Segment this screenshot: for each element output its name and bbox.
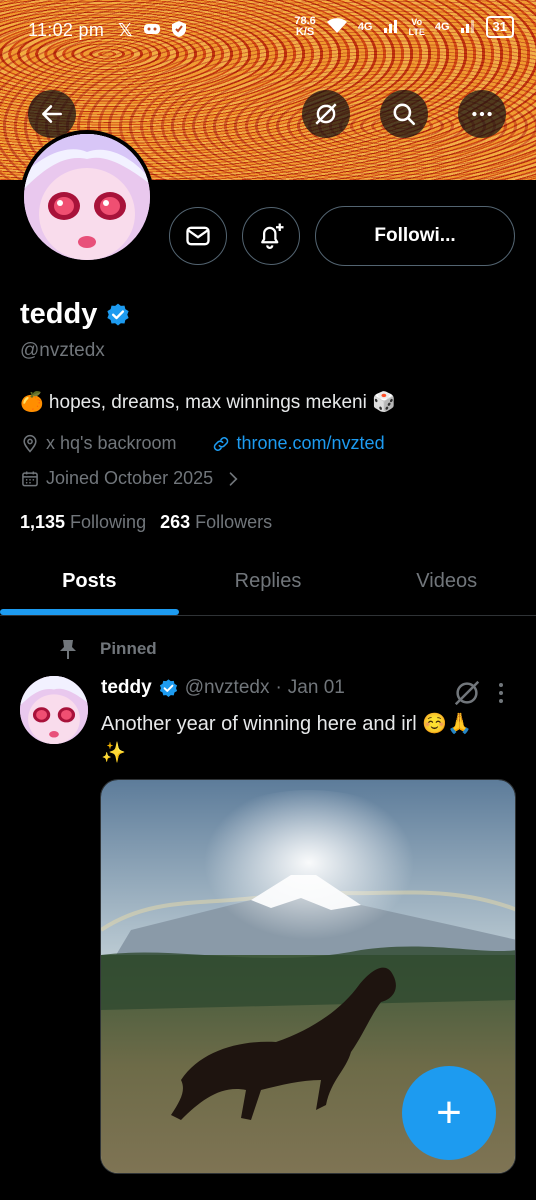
battery-indicator: 31 (485, 16, 514, 38)
status-system-icons: 78.6 K/S 4G Vo LTE 4G 31 (294, 16, 514, 38)
post-author-handle[interactable]: @nvztedx (185, 677, 270, 699)
followers-stat[interactable]: 263 Followers (160, 512, 272, 533)
signal-1-label: 4G (357, 21, 373, 33)
net-speed: 78.6 K/S (294, 16, 315, 38)
search-icon (393, 103, 416, 126)
mail-icon (186, 226, 210, 246)
following-button[interactable]: Followi... (315, 206, 515, 266)
tab-posts[interactable]: Posts (0, 548, 179, 615)
x-logo-icon: 𝕏 (118, 20, 133, 40)
post-more-button[interactable] (494, 680, 508, 711)
link-icon (213, 436, 228, 451)
post-text: Another year of winning here and irl ☺️🙏… (101, 710, 511, 768)
follow-stats: 1,135 Following 263 Followers (20, 512, 272, 533)
volte-b: LTE (408, 27, 425, 37)
post-header: teddy @nvztedx · Jan 01 (101, 677, 345, 699)
following-stat[interactable]: 1,135 Following (20, 512, 146, 533)
status-notification-icons: 𝕏 (118, 20, 187, 43)
message-button[interactable] (169, 207, 227, 265)
post-date[interactable]: Jan 01 (288, 677, 345, 699)
profile-joined-row[interactable]: Joined October 2025 (20, 468, 243, 489)
pin-icon (60, 640, 76, 659)
post-text-line1: Another year of winning here and irl ☺️🙏 (101, 713, 473, 735)
avatar-illustration (24, 134, 150, 260)
profile-meta-row: x hq's backroom throne.com/nvzted (20, 433, 385, 454)
post-text-line2: ✨ (101, 742, 126, 764)
more-vertical-icon (499, 683, 503, 703)
status-bar: 11:02 pm 𝕏 78.6 K/S 4G Vo LTE 4G 31 (0, 0, 536, 62)
profile-name-row: teddy (20, 298, 131, 331)
calendar-icon (22, 471, 38, 486)
compose-post-button[interactable]: + (402, 1066, 496, 1160)
tab-videos[interactable]: Videos (357, 548, 536, 615)
profile-tabs: Posts Replies Videos (0, 548, 536, 616)
back-button[interactable] (28, 90, 76, 138)
signal-1-icon (383, 18, 399, 37)
followers-count: 263 (160, 512, 191, 532)
notifications-button[interactable] (242, 207, 300, 265)
search-button[interactable] (380, 90, 428, 138)
tab-replies[interactable]: Replies (179, 548, 358, 615)
verified-badge-icon[interactable] (105, 302, 131, 328)
arrow-left-icon (42, 105, 62, 123)
status-time: 11:02 pm (28, 20, 105, 40)
location-icon (23, 434, 37, 453)
profile-joined: Joined October 2025 (46, 468, 214, 488)
plus-icon: + (436, 1088, 462, 1137)
signal-2-icon (460, 18, 476, 37)
profile-name: teddy (20, 298, 98, 330)
more-icon (472, 111, 492, 117)
following-count: 1,135 (20, 512, 66, 532)
pinned-label-row: Pinned (58, 638, 157, 660)
profile-location: x hq's backroom (46, 433, 177, 453)
following-label: Following (70, 512, 147, 532)
avatar-illustration-small (20, 676, 88, 744)
post-separator: · (275, 677, 282, 698)
profile-bio: 🍊 hopes, dreams, max winnings mekeni 🎲 (20, 392, 396, 413)
grok-button[interactable] (302, 90, 350, 138)
pinned-label: Pinned (100, 639, 157, 658)
profile-avatar[interactable] (20, 130, 154, 264)
profile-website-link[interactable]: throne.com/nvzted (237, 433, 385, 454)
discord-icon (143, 20, 161, 43)
bell-plus-icon (261, 223, 284, 249)
post-grok-button[interactable] (452, 678, 482, 713)
post-author-avatar[interactable] (20, 676, 88, 744)
active-tab-indicator (0, 609, 179, 615)
net-speed-unit: K/S (295, 26, 315, 38)
more-options-button[interactable] (458, 90, 506, 138)
post-author-name[interactable]: teddy (101, 677, 152, 699)
volte-a: Vo (411, 17, 423, 27)
chevron-right-icon (229, 471, 238, 486)
grok-icon (315, 103, 337, 125)
verified-badge-icon[interactable] (158, 678, 179, 699)
grok-icon (454, 680, 480, 706)
profile-handle: @nvztedx (20, 340, 105, 361)
signal-2-label: 4G (434, 21, 450, 33)
volte-label: Vo LTE (409, 17, 425, 37)
shield-icon (171, 20, 187, 43)
followers-label: Followers (195, 512, 273, 532)
wifi-icon (326, 17, 348, 38)
